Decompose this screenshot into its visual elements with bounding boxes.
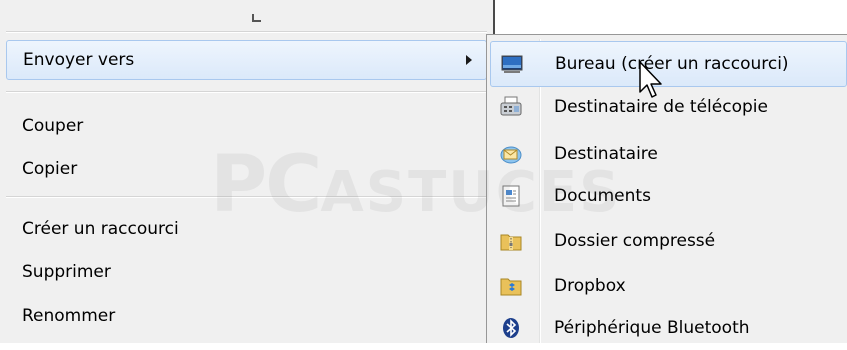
menu-item-copy[interactable]: Copier	[6, 149, 487, 189]
bluetooth-icon	[503, 318, 519, 338]
context-menu: Envoyer vers Couper Copier Créer un racc…	[0, 0, 495, 343]
submenu-item-label: Dropbox	[554, 276, 626, 296]
mail-recipient-icon	[500, 146, 522, 164]
menu-item-label: Supprimer	[22, 262, 111, 282]
menu-partial-item	[0, 0, 493, 28]
menu-item-label: Envoyer vers	[23, 50, 135, 70]
submenu-item-label: Dossier compressé	[554, 231, 716, 251]
menu-item-send-to[interactable]: Envoyer vers	[6, 40, 487, 80]
submenu-item-zip-folder[interactable]: Dossier compressé	[490, 219, 847, 263]
menu-item-rename[interactable]: Renommer	[6, 296, 487, 336]
background-area	[495, 0, 847, 34]
submenu-item-recipient[interactable]: Destinataire	[490, 132, 847, 176]
submenu-item-label: Destinataire	[554, 144, 658, 164]
menu-separator	[6, 196, 487, 198]
menu-item-label: Copier	[22, 159, 78, 179]
submenu-item-label: Documents	[554, 186, 651, 206]
zip-folder-icon	[500, 234, 522, 251]
submenu-item-label: Périphérique Bluetooth	[554, 318, 750, 338]
menu-separator	[6, 31, 487, 33]
menu-item-label: Créer un raccourci	[22, 219, 179, 239]
submenu-item-desktop[interactable]: Bureau (créer un raccourci)	[490, 41, 847, 87]
menu-item-label: Renommer	[22, 306, 116, 326]
submenu-item-bluetooth[interactable]: Périphérique Bluetooth	[490, 306, 847, 350]
menu-item-create-shortcut[interactable]: Créer un raccourci	[6, 209, 487, 249]
menu-item-label: Couper	[22, 116, 84, 136]
submenu-arrow-icon	[466, 55, 472, 65]
dropbox-folder-icon	[500, 278, 522, 296]
menu-item-delete[interactable]: Supprimer	[6, 252, 487, 292]
desktop-icon	[501, 55, 523, 73]
menu-separator	[6, 91, 487, 93]
submenu-item-fax[interactable]: Destinataire de télécopie	[490, 85, 847, 129]
mouse-cursor-icon	[639, 61, 662, 98]
submenu-item-label: Bureau (créer un raccourci)	[555, 54, 789, 74]
documents-icon	[502, 185, 520, 207]
submenu-item-dropbox[interactable]: Dropbox	[490, 264, 847, 308]
fax-icon	[500, 96, 522, 116]
submenu-item-documents[interactable]: Documents	[490, 174, 847, 218]
menu-item-cut[interactable]: Couper	[6, 106, 487, 146]
